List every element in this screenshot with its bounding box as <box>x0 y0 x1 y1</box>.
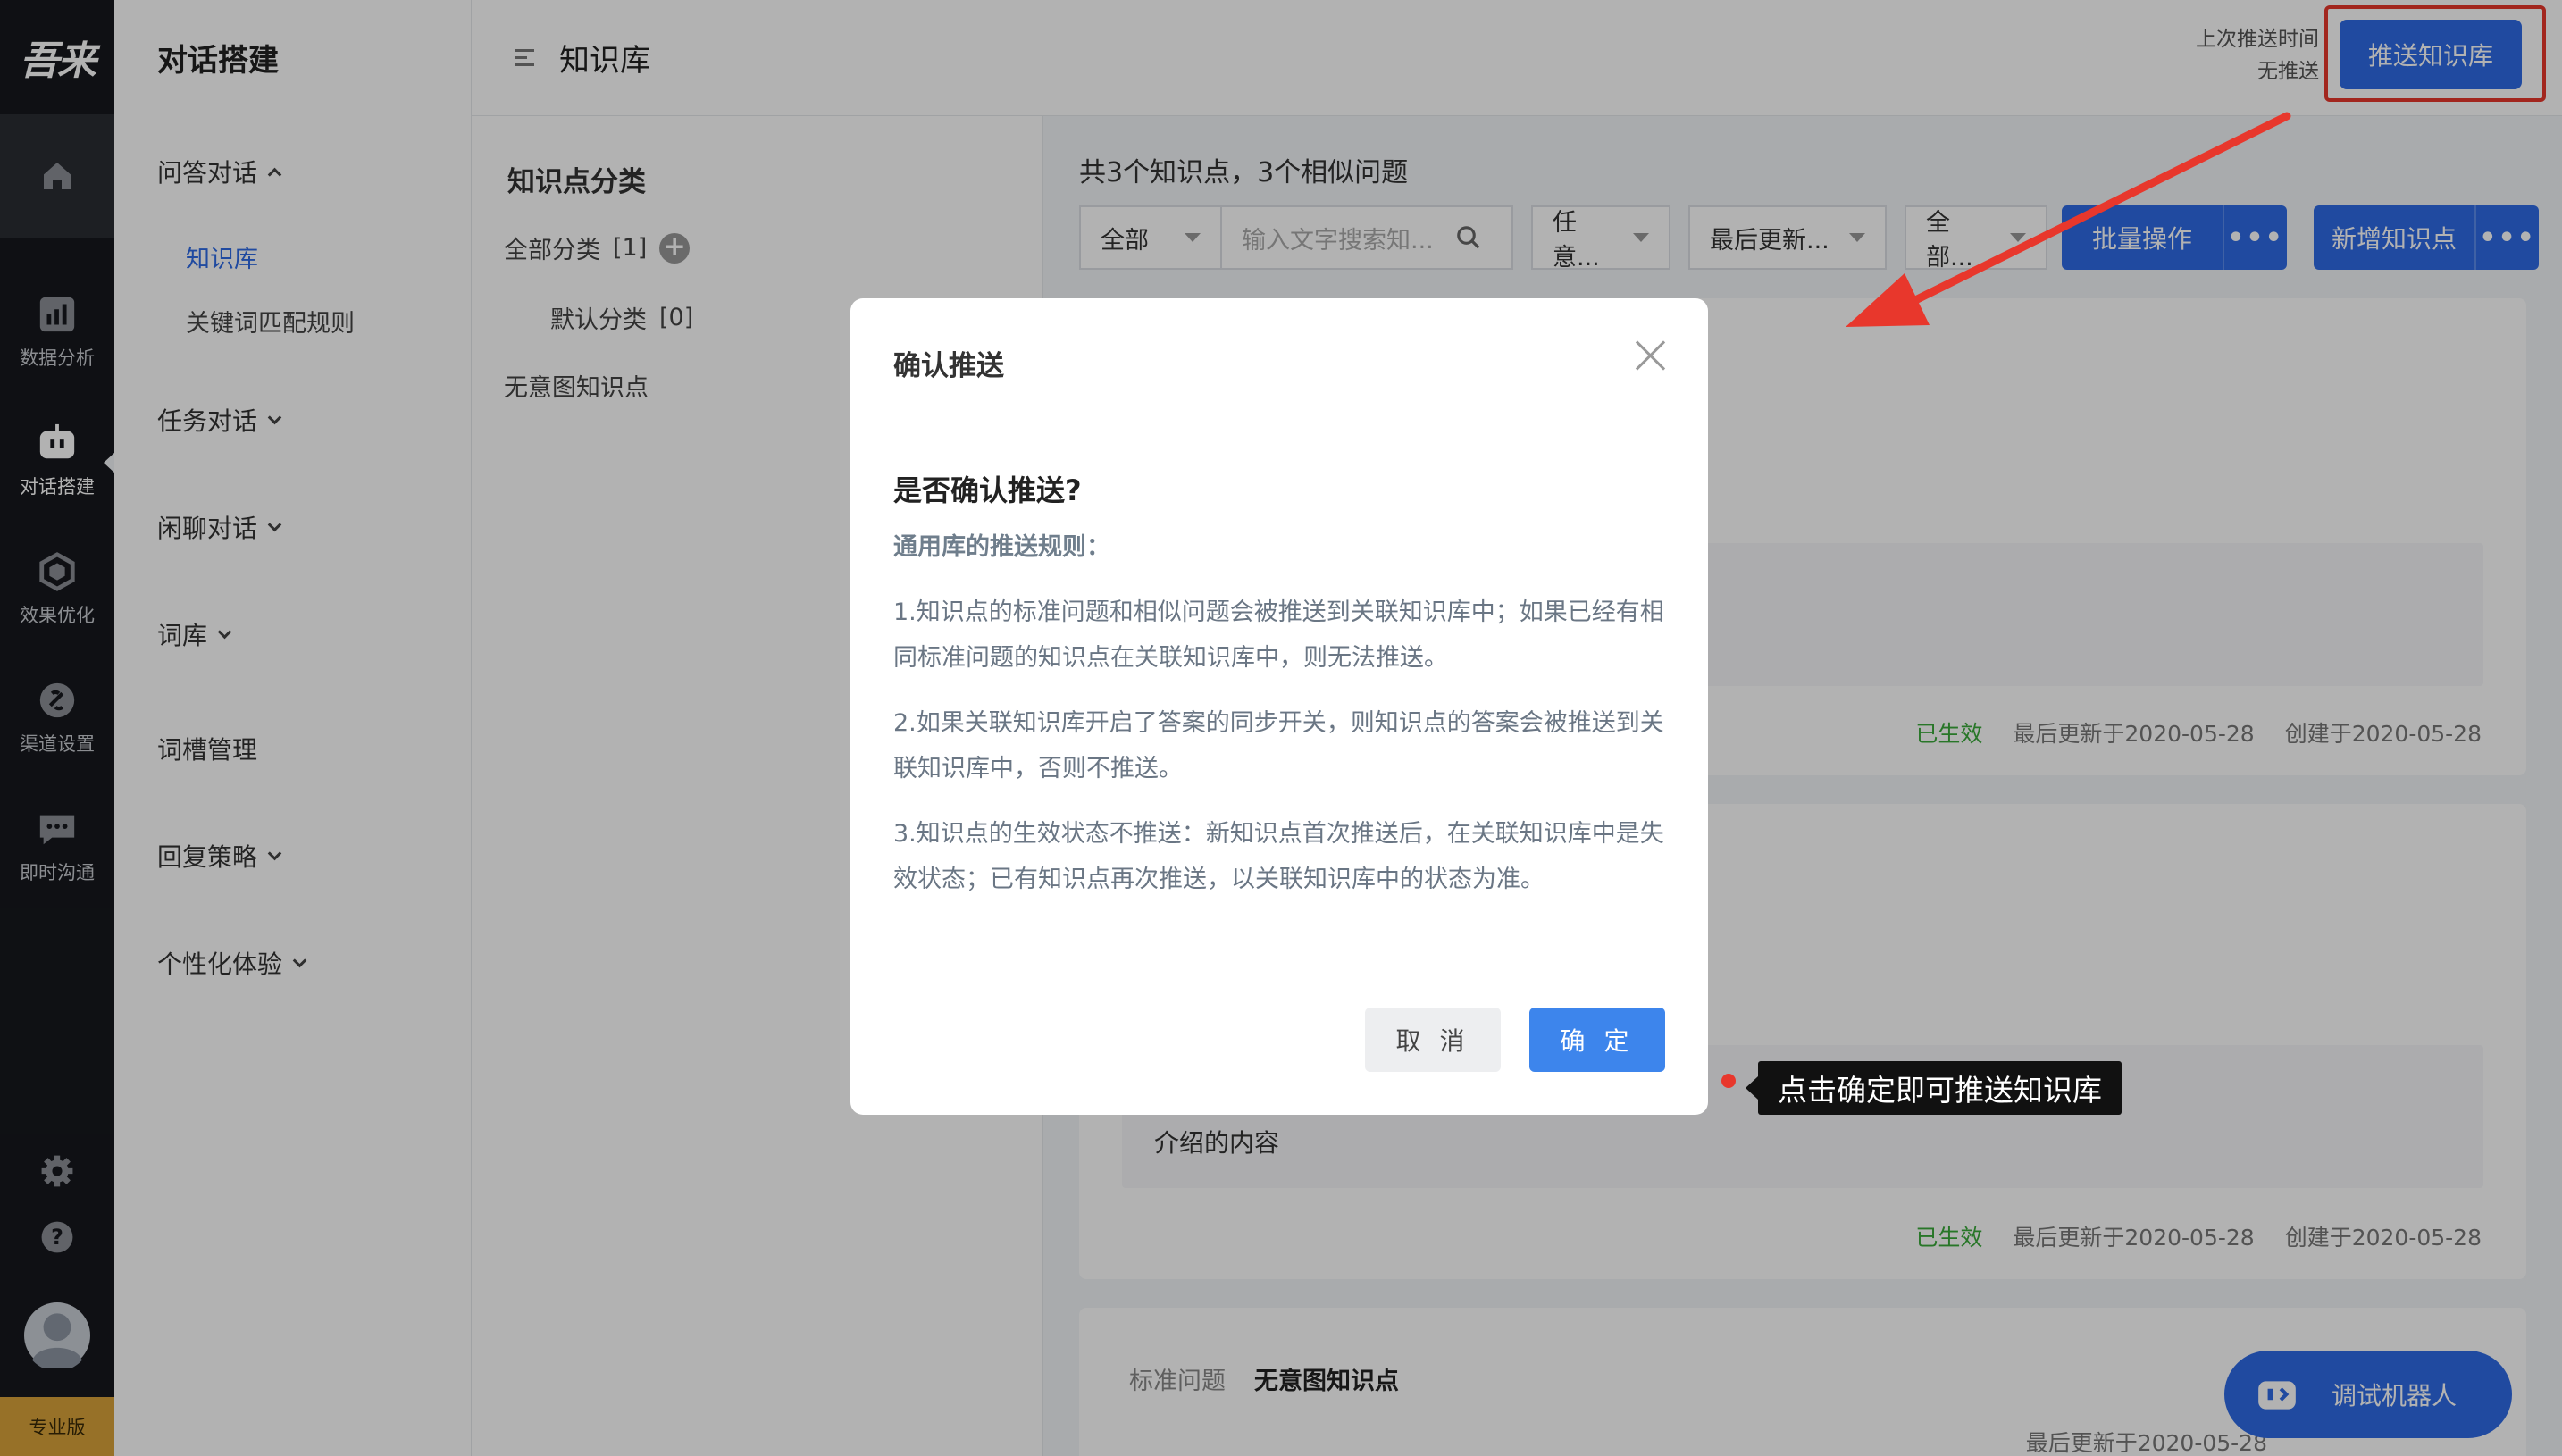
close-icon[interactable] <box>1635 339 1667 372</box>
dialog-title: 确认推送 <box>893 350 1004 382</box>
confirm-push-dialog: 确认推送 是否确认推送? 通用库的推送规则： 1.知识点的标准问题和相似问题会被… <box>850 298 1708 1115</box>
rule-1: 1.知识点的标准问题和相似问题会被推送到关联知识库中；如果已经有相同标准问题的知… <box>893 598 1664 672</box>
dialog-question: 是否确认推送? <box>893 473 1082 507</box>
cancel-button[interactable]: 取 消 <box>1365 1008 1501 1072</box>
annotation-tooltip: 点击确定即可推送知识库 <box>1746 1061 2122 1115</box>
rule-2: 2.如果关联知识库开启了答案的同步开关，则知识点的答案会被推送到关联知识库中，否… <box>893 709 1664 782</box>
confirm-button[interactable]: 确 定 <box>1529 1008 1665 1072</box>
rules-title: 通用库的推送规则： <box>893 533 1110 561</box>
rule-3: 3.知识点的生效状态不推送：新知识点首次推送后，在关联知识库中是失效状态；已有知… <box>893 820 1664 893</box>
annotation-dot <box>1721 1074 1736 1088</box>
